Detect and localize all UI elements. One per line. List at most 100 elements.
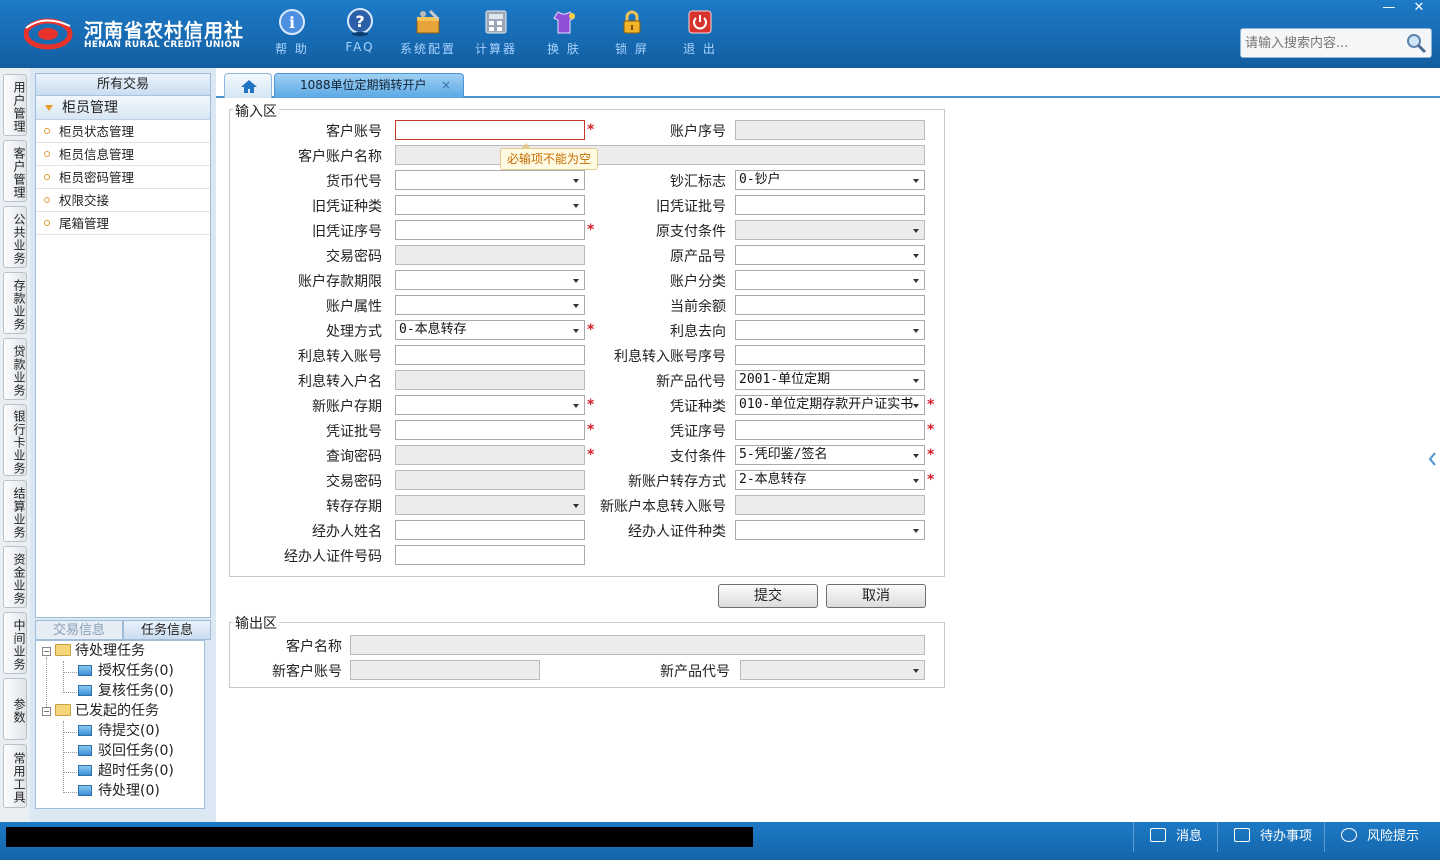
agent-id-no-input[interactable] <box>395 545 585 565</box>
module-tab-fund[interactable]: 资金业务 <box>3 546 27 608</box>
interest-acct-input[interactable] <box>395 345 585 365</box>
todo-button[interactable]: 待办事项 <box>1217 822 1323 852</box>
module-tab-intermediate[interactable]: 中间业务 <box>3 612 27 674</box>
messages-button[interactable]: 消息 <box>1133 822 1225 852</box>
menu-group-teller[interactable]: 柜员管理 <box>36 96 210 120</box>
old-voucher-batch-input[interactable] <box>735 195 925 215</box>
menu-item-teller-password[interactable]: 柜员密码管理 <box>36 166 210 189</box>
tab-home[interactable] <box>224 73 272 98</box>
cust-name-label: 客户名称 <box>286 639 342 655</box>
module-tab-public[interactable]: 公共业务 <box>3 206 27 268</box>
search-icon[interactable] <box>1405 32 1427 54</box>
module-tab-tools[interactable]: 常用工具 <box>3 744 27 808</box>
cancel-button[interactable]: 取消 <box>826 584 926 608</box>
acct-attr-select[interactable] <box>395 295 585 315</box>
tree-node-to-process[interactable]: 待处理(0) <box>78 781 160 801</box>
task-icon <box>78 765 92 776</box>
currency-select[interactable] <box>395 170 585 190</box>
collapse-arrow-icon[interactable] <box>1428 434 1438 484</box>
new-term-select[interactable] <box>395 395 585 415</box>
old-voucher-seq-input[interactable] <box>395 220 585 240</box>
collapse-icon[interactable]: − <box>42 707 51 716</box>
dropdown-arrow-icon <box>573 204 579 208</box>
voucher-type-select[interactable]: 010-单位定期存款开户证实书 <box>735 395 925 415</box>
skin-button[interactable]: 换 肤 <box>530 0 598 68</box>
menu-item-cash-box[interactable]: 尾箱管理 <box>36 212 210 235</box>
tree-node-review[interactable]: 复核任务(0) <box>78 681 174 701</box>
submit-button[interactable]: 提交 <box>718 584 818 608</box>
exit-button[interactable]: 退 出 <box>666 0 734 68</box>
home-icon <box>241 80 257 93</box>
agent-id-type-select[interactable] <box>735 520 925 540</box>
collapse-icon[interactable]: − <box>42 647 51 656</box>
tree-node-rejected[interactable]: 驳回任务(0) <box>78 741 174 761</box>
dropdown-arrow-icon <box>913 669 919 673</box>
close-window-button[interactable]: ✕ <box>1406 0 1432 18</box>
menu-item-label: 尾箱管理 <box>59 216 110 231</box>
all-transactions-header[interactable]: 所有交易 <box>36 74 210 96</box>
bullet-icon <box>44 220 50 226</box>
tree-node-timeout[interactable]: 超时任务(0) <box>78 761 174 781</box>
minimize-button[interactable]: — <box>1376 0 1402 18</box>
process-mode-select[interactable]: 0-本息转存 <box>395 320 585 340</box>
dropdown-arrow-icon <box>573 404 579 408</box>
orig-pay-cond-label: 原支付条件 <box>656 224 726 240</box>
acct-class-select[interactable] <box>735 270 925 290</box>
module-tab-loan[interactable]: 贷款业务 <box>3 338 27 400</box>
help-button[interactable]: i 帮 助 <box>258 0 326 68</box>
module-tab-param[interactable]: 参数 <box>3 678 27 740</box>
curr-balance-input[interactable] <box>735 295 925 315</box>
old-voucher-type-label: 旧凭证种类 <box>312 199 382 215</box>
tree-node-label: 待提交(0) <box>98 723 160 739</box>
search-input[interactable] <box>1241 29 1401 57</box>
tree-node-to-submit[interactable]: 待提交(0) <box>78 721 160 741</box>
voucher-seq-input[interactable] <box>735 420 925 440</box>
orig-pay-cond-select <box>735 220 925 240</box>
config-button[interactable]: 系统配置 <box>394 0 462 68</box>
cash-flag-select[interactable]: 0-钞户 <box>735 170 925 190</box>
module-tab-customer[interactable]: 客户管理 <box>3 140 27 202</box>
menu-item-label: 柜员状态管理 <box>59 124 135 139</box>
interest-acct-seq-input[interactable] <box>735 345 925 365</box>
help-icon: i <box>279 9 305 35</box>
risk-button[interactable]: 风险提示 <box>1324 822 1440 852</box>
select-value: 010-单位定期存款开户证实书 <box>739 397 914 412</box>
interest-acct-seq-label: 利息转入账号序号 <box>614 349 726 365</box>
tab-task-info[interactable]: 任务信息 <box>123 620 211 640</box>
acct-class-label: 账户分类 <box>670 274 726 290</box>
menu-item-permission-handover[interactable]: 权限交接 <box>36 189 210 212</box>
pay-cond-select[interactable]: 5-凭印鉴/签名 <box>735 445 925 465</box>
tree-node-label: 超时任务(0) <box>98 763 174 779</box>
lock-label: 锁 屏 <box>615 42 649 56</box>
tree-node-initiated[interactable]: − 已发起的任务 <box>42 701 159 721</box>
agent-name-input[interactable] <box>395 520 585 540</box>
new-transfer-mode-select[interactable]: 2-本息转存 <box>735 470 925 490</box>
transfer-term-label: 转存存期 <box>326 499 382 515</box>
new-product-output <box>740 660 925 680</box>
menu-item-teller-info[interactable]: 柜员信息管理 <box>36 143 210 166</box>
faq-button[interactable]: ? FAQ <box>326 0 394 68</box>
orig-product-select[interactable] <box>735 245 925 265</box>
tab-transaction-info[interactable]: 交易信息 <box>35 620 123 640</box>
tree-node-authorize[interactable]: 授权任务(0) <box>78 661 174 681</box>
module-tab-settlement[interactable]: 结算业务 <box>3 480 27 542</box>
module-tab-card[interactable]: 银行卡业务 <box>3 404 27 476</box>
dropdown-arrow-icon <box>913 404 919 408</box>
module-tab-user[interactable]: 用户管理 <box>3 74 27 136</box>
dropdown-arrow-icon <box>913 329 919 333</box>
tree-node-pending[interactable]: − 待处理任务 <box>42 641 145 661</box>
cust-acct-input[interactable] <box>395 120 585 140</box>
interest-dest-select[interactable] <box>735 320 925 340</box>
menu-item-teller-status[interactable]: 柜员状态管理 <box>36 120 210 143</box>
calculator-button[interactable]: 计算器 <box>462 0 530 68</box>
exit-label: 退 出 <box>683 42 717 56</box>
trade-pwd2-label: 交易密码 <box>326 474 382 490</box>
tab-close-icon[interactable]: × <box>441 74 451 96</box>
new-product-select[interactable]: 2001-单位定期 <box>735 370 925 390</box>
lock-button[interactable]: 锁 屏 <box>598 0 666 68</box>
old-voucher-type-select[interactable] <box>395 195 585 215</box>
deposit-term-select[interactable] <box>395 270 585 290</box>
tab-1088-transfer-open[interactable]: 1088单位定期销转开户 × <box>274 73 464 98</box>
module-tab-deposit[interactable]: 存款业务 <box>3 272 27 334</box>
voucher-batch-input[interactable] <box>395 420 585 440</box>
